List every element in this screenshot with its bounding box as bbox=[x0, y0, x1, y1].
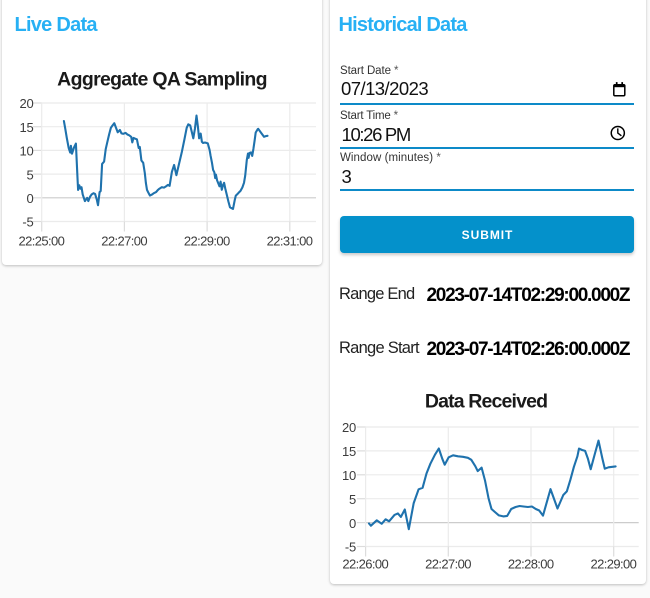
svg-text:-5: -5 bbox=[345, 540, 356, 555]
svg-text:15: 15 bbox=[342, 444, 356, 459]
svg-text:22:29:00: 22:29:00 bbox=[184, 234, 230, 249]
svg-text:10: 10 bbox=[342, 468, 356, 483]
svg-text:22:26:00: 22:26:00 bbox=[342, 556, 388, 571]
svg-text:22:28:00: 22:28:00 bbox=[508, 556, 554, 571]
svg-text:Data Received: Data Received bbox=[425, 390, 547, 412]
svg-text:15: 15 bbox=[19, 120, 33, 135]
svg-text:-5: -5 bbox=[22, 215, 33, 230]
svg-text:22:27:00: 22:27:00 bbox=[425, 556, 471, 571]
svg-text:22:27:00: 22:27:00 bbox=[101, 234, 147, 249]
svg-text:20: 20 bbox=[342, 420, 356, 435]
svg-text:22:31:00: 22:31:00 bbox=[267, 234, 313, 249]
svg-text:10: 10 bbox=[19, 144, 33, 159]
svg-text:22:25:00: 22:25:00 bbox=[19, 234, 65, 249]
svg-text:20: 20 bbox=[19, 96, 33, 111]
svg-text:0: 0 bbox=[26, 191, 33, 206]
svg-text:5: 5 bbox=[349, 492, 356, 507]
svg-text:0: 0 bbox=[349, 516, 356, 531]
svg-text:22:29:00: 22:29:00 bbox=[591, 556, 637, 571]
svg-text:5: 5 bbox=[26, 167, 33, 182]
svg-text:Aggregate QA Sampling: Aggregate QA Sampling bbox=[57, 69, 267, 91]
